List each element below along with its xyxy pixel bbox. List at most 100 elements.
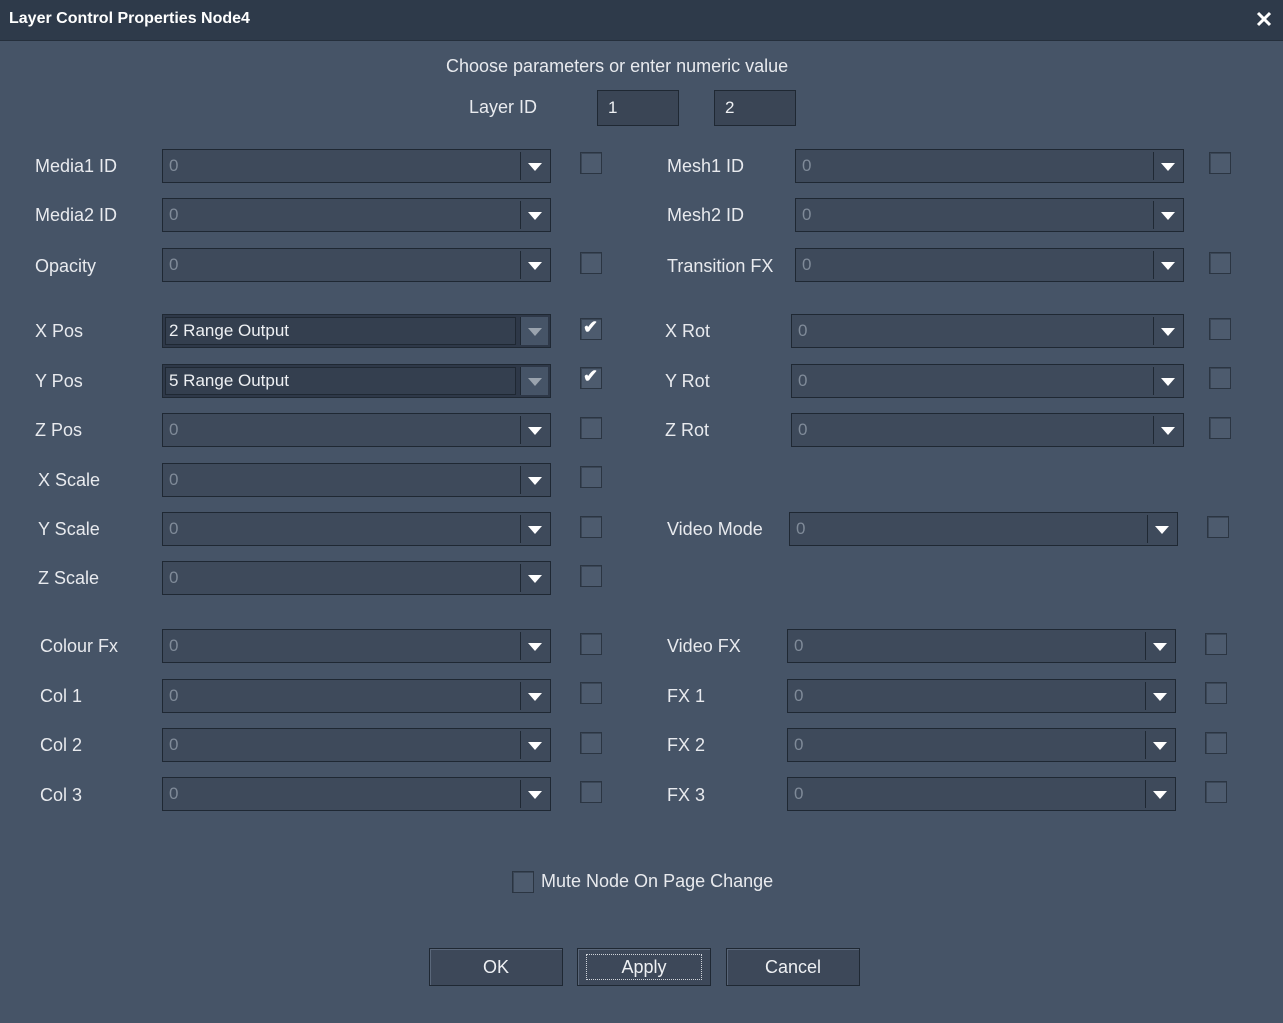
video-mode-checkbox[interactable] [1207,516,1229,538]
mesh2-label: Mesh2 ID [667,205,745,225]
fx3-value: 0 [794,784,804,803]
yscale-checkbox[interactable] [580,516,602,538]
col2-select[interactable]: 0 [162,728,551,762]
transition-fx-select[interactable]: 0 [795,248,1184,282]
colourfx-select[interactable]: 0 [162,629,551,663]
zscale-label: Z Scale [38,568,100,588]
yscale-dropdown-button[interactable] [520,515,548,543]
col2-dropdown-button[interactable] [520,731,548,759]
zrot-select[interactable]: 0 [791,413,1184,447]
zpos-checkbox[interactable] [580,417,602,439]
ok-button[interactable]: OK [429,948,563,986]
fx3-label: FX 3 [667,785,706,805]
transition-fx-dropdown-button[interactable] [1153,251,1181,279]
instruction-text: Choose parameters or enter numeric value [446,56,789,76]
colourfx-checkbox[interactable] [580,633,602,655]
fx3-dropdown-button[interactable] [1145,780,1173,808]
zrot-checkbox[interactable] [1209,417,1231,439]
media2-label: Media2 ID [35,205,118,225]
opacity-select[interactable]: 0 [162,248,551,282]
video-mode-value: 0 [796,519,806,538]
media1-dropdown-button[interactable] [520,152,548,180]
chevron-down-icon [1161,378,1175,386]
col1-dropdown-button[interactable] [520,682,548,710]
mesh1-dropdown-button[interactable] [1153,152,1181,180]
colourfx-label: Colour Fx [40,636,119,656]
fx2-select[interactable]: 0 [787,728,1176,762]
video-mode-dropdown-button[interactable] [1147,515,1175,543]
chevron-down-icon [1161,212,1175,220]
mesh2-select[interactable]: 0 [795,198,1184,232]
mesh1-select[interactable]: 0 [795,149,1184,183]
transition-fx-checkbox[interactable] [1209,252,1231,274]
fx2-checkbox[interactable] [1205,732,1227,754]
fx1-checkbox[interactable] [1205,682,1227,704]
fx1-dropdown-button[interactable] [1145,682,1173,710]
video-mode-label: Video Mode [667,519,763,539]
layer-id-1-input[interactable]: 1 [597,90,679,126]
video-fx-checkbox[interactable] [1205,633,1227,655]
layer-id-2-input[interactable]: 2 [714,90,796,126]
xscale-select[interactable]: 0 [162,463,551,497]
apply-button[interactable]: Apply [577,948,711,986]
mesh1-value: 0 [802,156,812,175]
ypos-dropdown-button[interactable] [520,367,548,395]
zscale-select[interactable]: 0 [162,561,551,595]
zpos-select[interactable]: 0 [162,413,551,447]
zscale-dropdown-button[interactable] [520,564,548,592]
mesh2-dropdown-button[interactable] [1153,201,1181,229]
media1-checkbox[interactable] [580,152,602,174]
fx2-value: 0 [794,735,804,754]
xscale-dropdown-button[interactable] [520,466,548,494]
media2-dropdown-button[interactable] [520,201,548,229]
col2-checkbox[interactable] [580,732,602,754]
yrot-select[interactable]: 0 [791,364,1184,398]
xpos-select[interactable]: 2 Range Output [162,314,551,348]
col3-dropdown-button[interactable] [520,780,548,808]
chevron-down-icon [528,212,542,220]
fx2-dropdown-button[interactable] [1145,731,1173,759]
yscale-value: 0 [169,519,179,538]
zscale-checkbox[interactable] [580,565,602,587]
col1-select[interactable]: 0 [162,679,551,713]
xrot-select[interactable]: 0 [791,314,1184,348]
ypos-select[interactable]: 5 Range Output [162,364,551,398]
col3-checkbox[interactable] [580,781,602,803]
opacity-value: 0 [169,255,179,274]
video-fx-dropdown-button[interactable] [1145,632,1173,660]
ypos-label: Y Pos [35,371,83,391]
media2-select[interactable]: 0 [162,198,551,232]
opacity-dropdown-button[interactable] [520,251,548,279]
xscale-checkbox[interactable] [580,466,602,488]
video-mode-select[interactable]: 0 [789,512,1178,546]
zrot-dropdown-button[interactable] [1153,416,1181,444]
chevron-down-icon [1161,427,1175,435]
fx1-select[interactable]: 0 [787,679,1176,713]
close-icon[interactable] [1254,9,1274,29]
fx3-checkbox[interactable] [1205,781,1227,803]
xpos-dropdown-button[interactable] [520,317,548,345]
ypos-value: 5 Range Output [169,371,290,390]
cancel-button[interactable]: Cancel [726,948,860,986]
xrot-checkbox[interactable] [1209,318,1231,340]
xrot-dropdown-button[interactable] [1153,317,1181,345]
layer-id-2-value: 2 [725,98,735,117]
ypos-checkbox[interactable]: ✔ [580,366,602,389]
mesh1-checkbox[interactable] [1209,152,1231,174]
colourfx-dropdown-button[interactable] [520,632,548,660]
xpos-checkbox[interactable]: ✔ [580,317,602,340]
media1-select[interactable]: 0 [162,149,551,183]
col1-checkbox[interactable] [580,682,602,704]
yrot-checkbox[interactable] [1209,367,1231,389]
fx3-select[interactable]: 0 [787,777,1176,811]
opacity-checkbox[interactable] [580,252,602,274]
col3-select[interactable]: 0 [162,777,551,811]
yscale-select[interactable]: 0 [162,512,551,546]
yrot-dropdown-button[interactable] [1153,367,1181,395]
mute-node-checkbox[interactable] [512,871,534,893]
video-fx-select[interactable]: 0 [787,629,1176,663]
chevron-down-icon [528,742,542,750]
chevron-down-icon [528,378,542,386]
transition-fx-label: Transition FX [667,256,774,276]
zpos-dropdown-button[interactable] [520,416,548,444]
